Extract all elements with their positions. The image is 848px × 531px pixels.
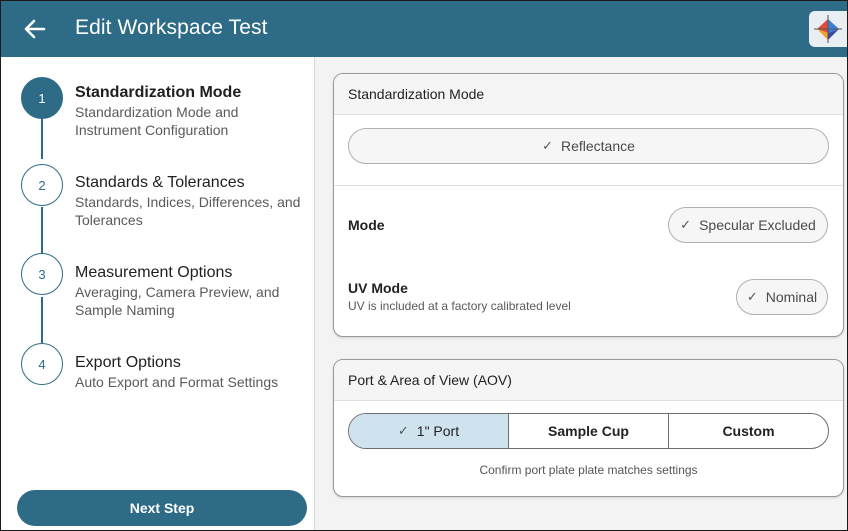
app-window: Edit Workspace Test 1 Standardization Mo… (0, 0, 848, 531)
reflectance-pill[interactable]: ✓ Reflectance (348, 128, 829, 164)
step-connector (41, 207, 43, 253)
step-connector (41, 297, 43, 343)
port-segmented-control: ✓ 1" Port Sample Cup Custom (348, 413, 829, 449)
option-label: Sample Cup (548, 423, 629, 439)
brand-button[interactable] (809, 11, 847, 47)
uv-mode-select[interactable]: ✓ Nominal (736, 279, 828, 315)
main-content: Standardization Mode ✓ Reflectance Mode … (315, 57, 847, 530)
reflectance-label: Reflectance (560, 138, 635, 154)
stepper-sidebar: 1 Standardization Mode Standardization M… (1, 57, 315, 530)
step-title: Export Options (75, 354, 181, 371)
divider (334, 185, 843, 186)
step-connector (41, 119, 43, 159)
check-icon: ✓ (542, 138, 553, 153)
step-title: Standards & Tolerances (75, 174, 245, 191)
app-header: Edit Workspace Test (1, 1, 847, 57)
port-aov-card: Port & Area of View (AOV) ✓ 1" Port Samp… (333, 359, 844, 497)
step-number: 3 (21, 253, 63, 295)
arrow-left-icon (24, 19, 46, 39)
option-label: 1" Port (416, 423, 460, 439)
step-subtitle: Auto Export and Format Settings (75, 374, 279, 390)
step-subtitle: Standards, Indices, Differences, and Tol… (75, 194, 301, 228)
step-title: Measurement Options (75, 264, 233, 281)
check-icon: ✓ (680, 217, 692, 232)
mode-label: Mode (348, 217, 385, 233)
step-number: 2 (21, 164, 63, 206)
port-option-1-port[interactable]: ✓ 1" Port (349, 414, 508, 448)
step-title: Standardization Mode (75, 84, 242, 101)
uv-mode-label: UV Mode (348, 280, 408, 296)
uv-mode-value: Nominal (765, 289, 818, 305)
step-subtitle: Standardization Mode and Instrument Conf… (75, 104, 239, 138)
mode-select[interactable]: ✓ Specular Excluded (668, 207, 828, 243)
port-option-sample-cup[interactable]: Sample Cup (508, 414, 668, 448)
check-icon: ✓ (397, 423, 409, 438)
step-number: 4 (21, 343, 63, 385)
standardization-card: Standardization Mode ✓ Reflectance Mode … (333, 73, 844, 337)
back-button[interactable] (21, 15, 49, 43)
color-brand-icon (814, 15, 842, 43)
port-note: Confirm port plate plate matches setting… (479, 463, 698, 477)
next-step-button[interactable]: Next Step (17, 490, 307, 526)
step-number: 1 (21, 77, 63, 119)
card-header: Standardization Mode (334, 74, 843, 115)
page-title: Edit Workspace Test (75, 16, 268, 39)
mode-value: Specular Excluded (699, 217, 816, 233)
check-icon: ✓ (746, 289, 758, 304)
step-subtitle: Averaging, Camera Preview, and Sample Na… (75, 284, 280, 318)
card-header: Port & Area of View (AOV) (334, 360, 843, 401)
option-label: Custom (722, 423, 775, 439)
port-option-custom[interactable]: Custom (668, 414, 828, 448)
uv-mode-sublabel: UV is included at a factory calibrated l… (348, 299, 571, 313)
